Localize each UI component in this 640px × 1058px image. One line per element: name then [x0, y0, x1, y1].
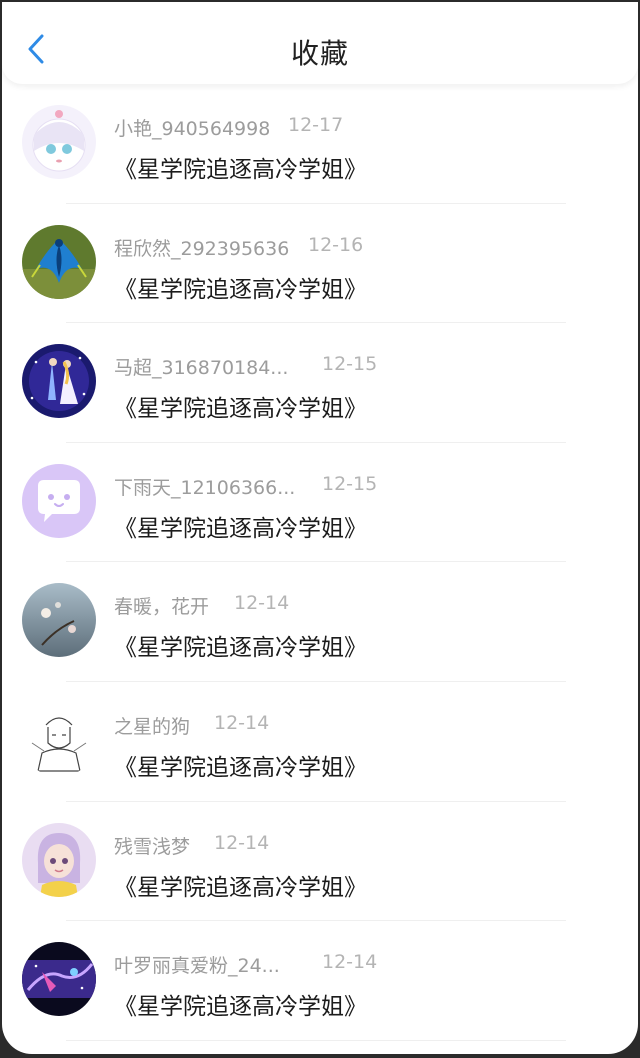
user-name: 马超_316870184... [114, 357, 289, 380]
avatar[interactable] [22, 463, 96, 538]
book-title: 《星学院追逐高冷学姐》 [114, 635, 367, 662]
item-date: 12-15 [322, 353, 378, 376]
avatar[interactable] [22, 822, 96, 897]
item-meta: 马超_316870184... 12-15 [114, 353, 614, 379]
item-date: 12-16 [308, 233, 364, 256]
flower-avatar-image [22, 583, 96, 658]
item-meta: 春暖，花开 12-14 [114, 592, 614, 618]
anime-girl-avatar-image [22, 105, 96, 179]
chat-bubble-icon [22, 463, 96, 538]
list-item[interactable]: 之星的狗 12-14 《星学院追逐高冷学姐》 [2, 682, 638, 802]
avatar[interactable] [22, 224, 96, 299]
avatar[interactable] [22, 344, 96, 419]
user-name: 程欣然_292395636 [114, 237, 290, 260]
item-meta: 残雪浅梦 12-14 [114, 832, 614, 858]
item-meta: 之星的狗 12-14 [114, 712, 614, 738]
item-date: 12-14 [214, 711, 270, 734]
book-title: 《星学院追逐高冷学姐》 [114, 157, 367, 183]
item-meta: 叶罗丽真爱粉_24... 12-14 [114, 951, 614, 977]
list-item[interactable]: 马超_316870184... 12-15 《星学院追逐高冷学姐》 [2, 323, 638, 443]
item-date: 12-14 [322, 951, 378, 974]
avatar[interactable] [22, 583, 96, 658]
list-item[interactable]: 春暖，花开 12-14 《星学院追逐高冷学姐》 [2, 562, 638, 682]
user-name: 小艳_940564998 [114, 118, 271, 140]
item-meta: 程欣然_292395636 12-16 [114, 234, 614, 260]
starry-couple-avatar-image [22, 344, 96, 419]
doll-girl-avatar-image [22, 822, 96, 897]
book-title: 《星学院追逐高冷学姐》 [114, 515, 367, 542]
user-name: 残雪浅梦 [114, 835, 191, 858]
user-name: 叶罗丽真爱粉_24... [114, 955, 280, 978]
book-title: 《星学院追逐高冷学姐》 [114, 754, 367, 781]
list-item[interactable]: 下雨天_12106366... 12-15 《星学院追逐高冷学姐》 [2, 443, 638, 563]
book-title: 《星学院追逐高冷学姐》 [114, 276, 367, 303]
book-title: 《星学院追逐高冷学姐》 [114, 874, 367, 901]
book-title: 《星学院追逐高冷学姐》 [114, 994, 367, 1021]
user-name: 春暖，花开 [114, 596, 210, 619]
user-name: 下雨天_12106366... [114, 476, 296, 499]
item-date: 12-14 [214, 831, 270, 854]
item-meta: 小艳_940564998 12-17 [114, 114, 614, 140]
avatar[interactable] [22, 942, 96, 1017]
sketch-character-avatar-image [22, 702, 96, 777]
user-name: 之星的狗 [114, 715, 191, 738]
list-item[interactable]: 小艳_940564998 12-17 《星学院追逐高冷学姐》 [2, 84, 638, 204]
list-item[interactable]: 程欣然_292395636 12-16 《星学院追逐高冷学姐》 [2, 204, 638, 324]
item-date: 12-15 [322, 472, 378, 495]
avatar[interactable] [22, 702, 96, 777]
list-item[interactable]: 叶罗丽真爱粉_24... 12-14 《星学院追逐高冷学姐》 [2, 921, 638, 1041]
screen: 收藏 小艳_940564998 12-17 《星学院追逐高冷学姐》 程欣然_29… [2, 2, 638, 1054]
divider [66, 1039, 566, 1041]
page-title: 收藏 [290, 37, 349, 70]
list-item[interactable]: 残雪浅梦 12-14 《星学院追逐高冷学姐》 [2, 802, 638, 922]
fantasy-scene-avatar-image [22, 942, 96, 1017]
item-date: 12-14 [234, 592, 290, 615]
favorites-list: 小艳_940564998 12-17 《星学院追逐高冷学姐》 程欣然_29239… [2, 84, 638, 1041]
book-title: 《星学院追逐高冷学姐》 [114, 396, 367, 423]
avatar[interactable] [22, 105, 96, 179]
bird-avatar-image [22, 224, 96, 299]
item-meta: 下雨天_12106366... 12-15 [114, 473, 614, 499]
top-bar: 收藏 [2, 2, 638, 84]
item-date: 12-17 [288, 114, 344, 136]
